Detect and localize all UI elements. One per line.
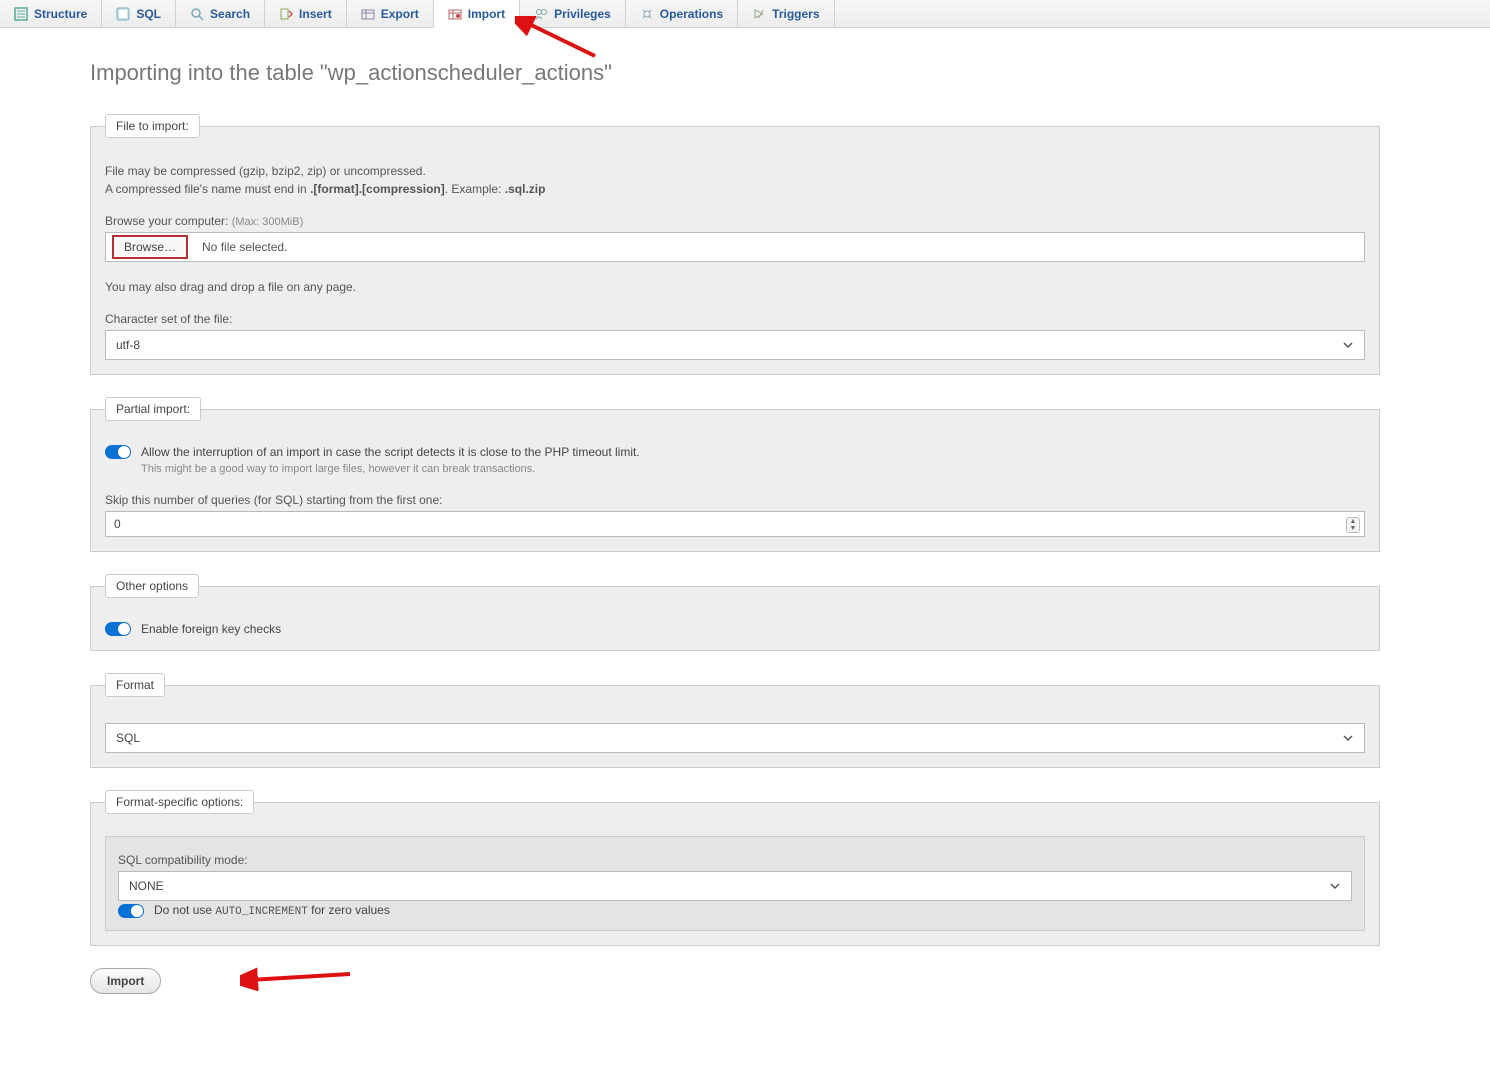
allow-interruption-hint: This might be a good way to import large…: [141, 463, 1365, 475]
fso-inner: SQL compatibility mode: NONE Do not use …: [105, 836, 1365, 931]
fieldset-format-specific: Format-specific options: SQL compatibili…: [90, 790, 1380, 946]
charset-value: utf-8: [116, 338, 140, 352]
file-naming-note: A compressed file's name must end in .[f…: [105, 182, 1365, 196]
tab-label: Import: [468, 7, 505, 21]
tab-label: Insert: [299, 7, 332, 21]
sql-icon: [116, 7, 130, 21]
insert-icon: [279, 7, 293, 21]
toggle-allow-interruption[interactable]: [105, 445, 131, 459]
tab-triggers[interactable]: Triggers: [738, 0, 834, 27]
drag-drop-note: You may also drag and drop a file on any…: [105, 280, 1365, 294]
charset-label: Character set of the file:: [105, 312, 1365, 326]
page-title: Importing into the table "wp_actionsched…: [90, 60, 1400, 86]
auto-increment-label: Do not use AUTO_INCREMENT for zero value…: [154, 903, 390, 918]
tab-label: Structure: [34, 7, 87, 21]
chevron-down-icon: [1329, 880, 1341, 895]
allow-interruption-label: Allow the interruption of an import in c…: [141, 445, 640, 459]
chevron-down-icon: [1342, 732, 1354, 747]
chevron-down-icon: [1342, 339, 1354, 354]
privileges-icon: [534, 7, 548, 21]
skip-queries-label: Skip this number of queries (for SQL) st…: [105, 493, 1365, 507]
toggle-auto-increment-zero[interactable]: [118, 904, 144, 918]
browse-label-row: Browse your computer: (Max: 300MiB): [105, 214, 1365, 228]
foreign-key-checks-label: Enable foreign key checks: [141, 622, 281, 636]
tab-label: Export: [381, 7, 419, 21]
number-spinner[interactable]: ▲▼: [1346, 517, 1360, 533]
export-icon: [361, 7, 375, 21]
file-input-row: Browse… No file selected.: [105, 232, 1365, 262]
search-icon: [190, 7, 204, 21]
tab-privileges[interactable]: Privileges: [520, 0, 626, 27]
toggle-foreign-key-checks[interactable]: [105, 622, 131, 636]
format-value: SQL: [116, 731, 140, 745]
tab-structure[interactable]: Structure: [0, 0, 102, 27]
sql-compat-label: SQL compatibility mode:: [118, 853, 1352, 867]
fieldset-format: Format SQL: [90, 673, 1380, 768]
tab-label: Operations: [660, 7, 723, 21]
tab-label: Search: [210, 7, 250, 21]
skip-queries-input[interactable]: 0 ▲▼: [105, 511, 1365, 537]
tab-label: Triggers: [772, 7, 819, 21]
triggers-icon: [752, 7, 766, 21]
fieldset-other-options: Other options Enable foreign key checks: [90, 574, 1380, 651]
charset-select[interactable]: utf-8: [105, 330, 1365, 360]
legend-fso: Format-specific options:: [105, 790, 254, 814]
import-icon: [448, 7, 462, 21]
skip-queries-value: 0: [114, 517, 121, 531]
tab-search[interactable]: Search: [176, 0, 265, 27]
import-button[interactable]: Import: [90, 968, 161, 994]
top-tabs: Structure SQL Search Insert Export Impor…: [0, 0, 1490, 28]
legend-partial: Partial import:: [105, 397, 201, 421]
format-select[interactable]: SQL: [105, 723, 1365, 753]
browse-button[interactable]: Browse…: [112, 235, 188, 259]
legend-format: Format: [105, 673, 165, 697]
browse-max: (Max: 300MiB): [232, 216, 304, 228]
file-selected-status: No file selected.: [202, 240, 287, 254]
browse-label: Browse your computer:: [105, 214, 232, 228]
fieldset-file-to-import: File to import: File may be compressed (…: [90, 114, 1380, 375]
tab-label: Privileges: [554, 7, 611, 21]
legend-file: File to import:: [105, 114, 200, 138]
tab-label: SQL: [136, 7, 161, 21]
sql-compat-select[interactable]: NONE: [118, 871, 1352, 901]
fieldset-partial-import: Partial import: Allow the interruption o…: [90, 397, 1380, 552]
tab-import[interactable]: Import: [434, 0, 520, 28]
operations-icon: [640, 7, 654, 21]
sql-compat-value: NONE: [129, 879, 164, 893]
legend-other: Other options: [105, 574, 199, 598]
tab-insert[interactable]: Insert: [265, 0, 347, 27]
file-compress-note: File may be compressed (gzip, bzip2, zip…: [105, 164, 1365, 178]
tab-operations[interactable]: Operations: [626, 0, 738, 27]
annotation-arrow-import-btn: [240, 964, 360, 994]
structure-icon: [14, 7, 28, 21]
tab-export[interactable]: Export: [347, 0, 434, 27]
tab-sql[interactable]: SQL: [102, 0, 176, 27]
